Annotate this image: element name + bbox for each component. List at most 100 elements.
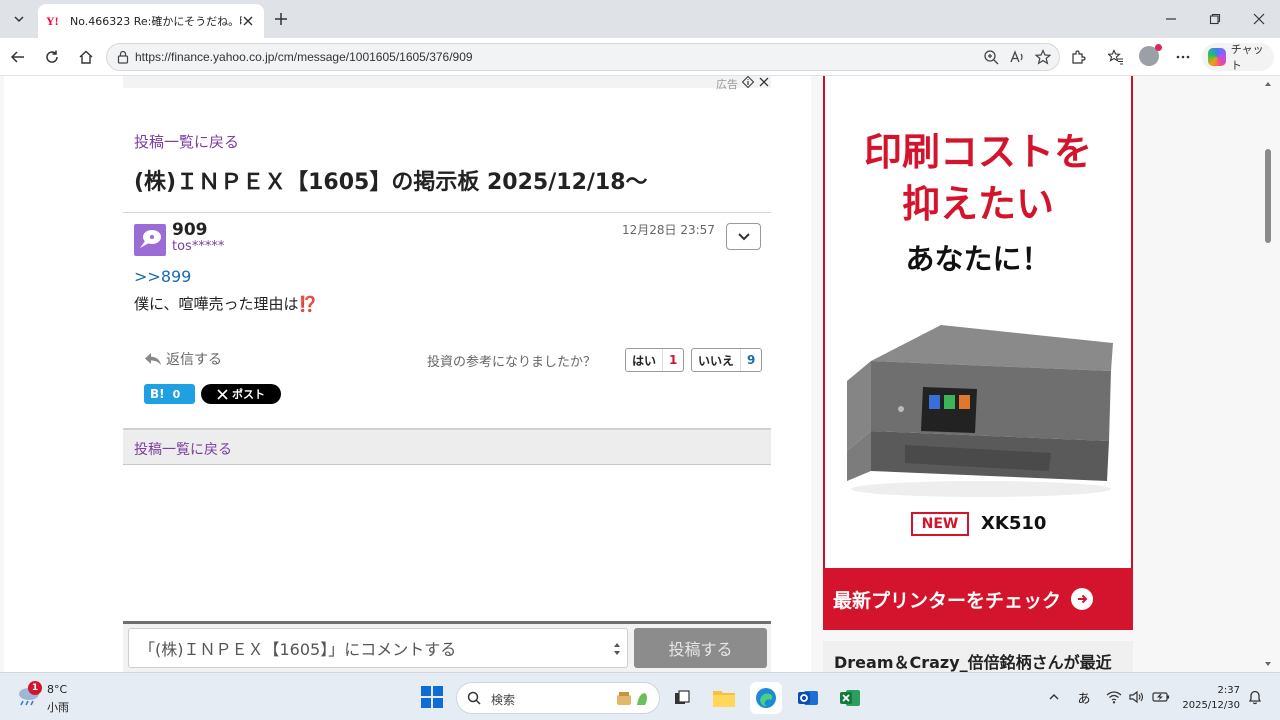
ad-label: 広告	[716, 78, 738, 91]
ad-info-icon[interactable]	[742, 76, 754, 88]
edge-button[interactable]	[750, 682, 782, 714]
main-column: 広告 投稿一覧に戻る (株)ＩＮＰＥＸ【1605】の掲示板 2025/12/18…	[4, 76, 811, 672]
edge-icon	[756, 688, 776, 708]
comment-submit-button[interactable]: 投稿する	[634, 628, 767, 668]
system-clock[interactable]: 2:37 2025/12/30	[1180, 683, 1240, 713]
tab-list-icon	[14, 16, 24, 23]
battery-icon	[1152, 692, 1170, 702]
task-view-button[interactable]	[666, 682, 698, 714]
tab-list-button[interactable]	[6, 6, 32, 32]
windows-start-icon[interactable]	[421, 686, 443, 708]
back-button[interactable]	[6, 45, 30, 69]
plus-icon	[275, 13, 287, 25]
weather-alert-badge: 1	[28, 681, 42, 695]
profile-icon[interactable]	[1139, 44, 1162, 66]
back-to-list-link[interactable]: 投稿一覧に戻る	[134, 131, 239, 152]
post-body-text: 僕に、喧嘩売った理由は	[134, 295, 299, 313]
new-badge: NEW	[911, 512, 969, 536]
vote-no-button[interactable]: いいえ 9	[691, 348, 763, 372]
page-viewport: 広告 投稿一覧に戻る (株)ＩＮＰＥＸ【1605】の掲示板 2025/12/18…	[0, 76, 1280, 672]
post-menu-button[interactable]	[726, 223, 761, 250]
scroll-down-icon[interactable]	[1264, 660, 1272, 668]
tab-strip: Y! No.466323 Re:確かにそうだね。明日	[0, 0, 1280, 38]
read-aloud-button[interactable]	[1007, 47, 1027, 67]
printer-ad[interactable]: 印刷コストを 抑えたい あなたに！ NEW XK510 最新プリンターをチェック	[823, 76, 1133, 630]
vote-no-count: 9	[747, 353, 756, 367]
vote-yes-count: 1	[669, 353, 678, 367]
post-username[interactable]: tos*****	[172, 239, 224, 254]
battery-button[interactable]	[1150, 688, 1172, 706]
outlook-button[interactable]	[792, 682, 824, 714]
clock-date: 2025/12/30	[1182, 700, 1240, 711]
post-number: 909	[172, 220, 208, 240]
restore-button[interactable]	[1204, 8, 1226, 30]
post-body: 僕に、喧嘩売った理由は⁉️	[134, 293, 317, 314]
tab-close-button[interactable]	[240, 13, 256, 29]
extensions-button[interactable]	[1066, 45, 1090, 69]
speaker-icon	[1129, 690, 1144, 704]
folder-icon	[713, 691, 735, 707]
ad-model-name: XK510	[981, 513, 1047, 534]
reply-label: 返信する	[166, 352, 222, 368]
hatena-icon: B!	[150, 387, 165, 401]
volume-button[interactable]	[1126, 688, 1146, 706]
vote-yes-button[interactable]: はい 1	[625, 348, 685, 372]
home-button[interactable]	[74, 45, 98, 69]
active-tab[interactable]: Y! No.466323 Re:確かにそうだね。明日	[38, 4, 264, 38]
ad-banner[interactable]	[123, 76, 771, 88]
user-avatar[interactable]	[134, 224, 166, 256]
address-bar[interactable]: https://finance.yahoo.co.jp/cm/message/1…	[106, 43, 1060, 71]
search-highlight-icon	[617, 692, 647, 705]
post-date: 12月28日 23:57	[622, 223, 715, 237]
favorite-button[interactable]	[1033, 47, 1053, 67]
vote-yes-label: はい	[626, 349, 664, 371]
minimize-button[interactable]	[1160, 8, 1182, 30]
home-icon	[79, 50, 93, 64]
tab-title: No.466323 Re:確かにそうだね。明日	[70, 15, 242, 28]
outlook-icon	[798, 691, 818, 705]
lock-icon[interactable]	[115, 49, 131, 65]
task-view-icon	[675, 690, 690, 704]
copilot-button[interactable]: チャット	[1202, 43, 1274, 72]
minimize-icon	[1166, 18, 1176, 20]
refresh-button[interactable]	[40, 45, 64, 69]
hatena-bookmark-button[interactable]: B! 0	[144, 384, 195, 404]
excel-button[interactable]	[834, 682, 866, 714]
new-tab-button[interactable]	[270, 8, 292, 30]
weather-temperature[interactable]: 8°C	[47, 683, 67, 696]
reply-anchor-link[interactable]: >>899	[134, 267, 191, 286]
comment-bar: 「(株)ＩＮＰＥＸ【1605】」にコメントする 投稿する	[123, 621, 771, 672]
divider	[123, 212, 771, 213]
file-explorer-button[interactable]	[708, 682, 740, 714]
ime-indicator[interactable]: あ	[1074, 688, 1094, 707]
close-icon[interactable]	[758, 76, 770, 88]
page-scrollbar[interactable]	[1262, 76, 1274, 672]
reply-button[interactable]: 返信する	[144, 349, 222, 369]
recommended-user-card[interactable]: Dream＆Crazy_倍倍銘柄さんが最近	[823, 641, 1133, 672]
weather-description[interactable]: 小雨	[47, 699, 69, 715]
zoom-button[interactable]	[981, 47, 1001, 67]
window-close-button[interactable]	[1248, 8, 1270, 30]
favorites-button[interactable]	[1104, 45, 1128, 69]
comment-input[interactable]: 「(株)ＩＮＰＥＸ【1605】」にコメントする	[128, 628, 628, 668]
notification-bell-icon	[1248, 690, 1262, 705]
tray-overflow-button[interactable]	[1046, 688, 1062, 706]
scroll-thumb[interactable]	[1265, 149, 1271, 243]
more-button[interactable]	[1171, 45, 1195, 69]
resize-handle-icon[interactable]	[613, 641, 621, 657]
scroll-up-icon[interactable]	[1264, 80, 1272, 88]
back-icon	[10, 51, 24, 63]
url-text[interactable]: https://finance.yahoo.co.jp/cm/message/1…	[135, 50, 473, 64]
ad-cta-button[interactable]: 最新プリンターをチェック	[823, 568, 1133, 630]
bottom-back-label[interactable]: 投稿一覧に戻る	[134, 439, 232, 459]
close-icon	[243, 16, 253, 26]
hatena-count: 0	[172, 387, 181, 401]
search-label: 検索	[491, 693, 516, 707]
taskbar-search[interactable]: 検索	[456, 682, 660, 714]
x-post-button[interactable]: ポスト	[201, 384, 281, 404]
wifi-button[interactable]	[1104, 688, 1124, 706]
recommended-user-title: Dream＆Crazy_倍倍銘柄さんが最近	[834, 653, 1112, 672]
notifications-button[interactable]	[1246, 688, 1264, 706]
x-logo-icon	[217, 388, 228, 400]
ad-subline: あなたに！	[905, 242, 1051, 276]
